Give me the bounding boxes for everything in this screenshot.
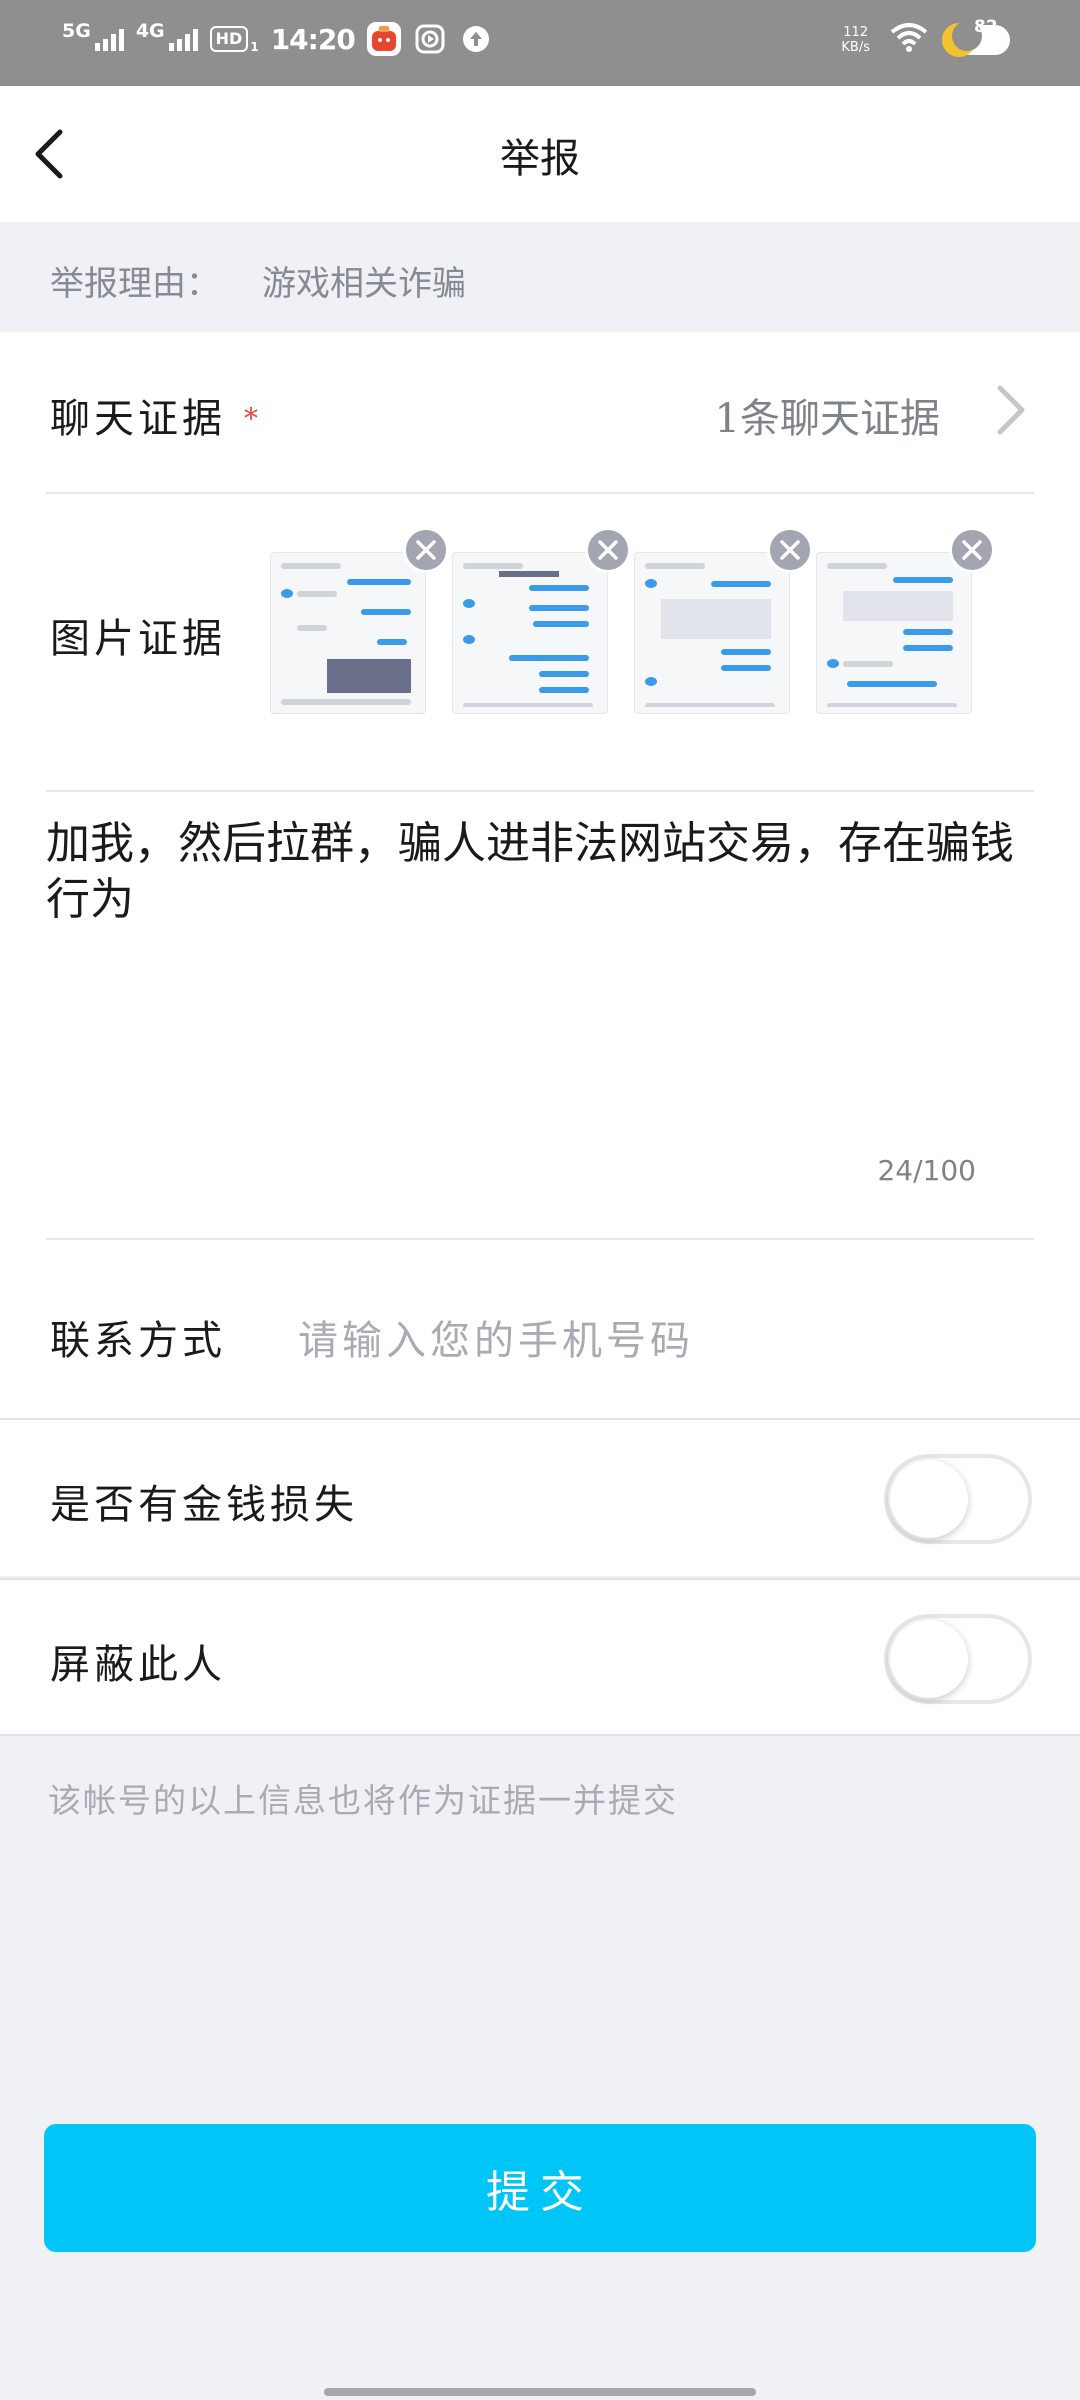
- divider: [46, 1238, 1034, 1240]
- remove-image-button[interactable]: [949, 527, 995, 573]
- night-moon-icon: [942, 21, 982, 57]
- nav-bar: 举报: [0, 86, 1080, 222]
- hd-voice-icon: HD: [209, 26, 249, 52]
- evidence-image-thumbnail[interactable]: [816, 527, 995, 714]
- block-user-toggle[interactable]: [884, 1614, 1032, 1704]
- divider: [46, 492, 1034, 494]
- remove-image-button[interactable]: [403, 527, 449, 573]
- evidence-image-thumbnail[interactable]: [634, 527, 813, 714]
- submit-button[interactable]: 提交: [44, 2124, 1036, 2252]
- chevron-right-icon: [997, 385, 1025, 435]
- status-bar: 5G 4G HD 1 14:20 112 KB/s 82: [0, 0, 1080, 86]
- image-evidence-label: 图片证据: [50, 616, 226, 662]
- description-textarea[interactable]: 加我，然后拉群，骗人进非法网站交易，存在骗钱行为: [46, 816, 1036, 928]
- required-mark: *: [244, 402, 262, 435]
- status-time: 14:20: [270, 22, 356, 56]
- evidence-image-thumbnail[interactable]: [452, 527, 631, 714]
- app-red-icon: [366, 22, 401, 56]
- close-icon: [780, 540, 800, 560]
- home-indicator[interactable]: [324, 2388, 756, 2396]
- remove-image-button[interactable]: [767, 527, 813, 573]
- money-loss-label: 是否有金钱损失: [50, 1482, 358, 1528]
- divider: [46, 790, 1034, 792]
- remove-image-button[interactable]: [585, 527, 631, 573]
- close-icon: [416, 540, 436, 560]
- signal-icon: [94, 27, 124, 51]
- close-icon: [598, 540, 618, 560]
- character-counter: 24/100: [877, 1154, 976, 1187]
- battery-indicator: 82: [942, 17, 1010, 57]
- chat-evidence-label: 聊天证据: [50, 396, 226, 442]
- page-title: 举报: [500, 136, 580, 182]
- evidence-card: 聊天证据 * 1条聊天证据 图片证据 加我，然后拉群，骗人进非法网站交易，存在骗…: [0, 332, 1080, 1418]
- upload-icon: [459, 22, 493, 56]
- chat-evidence-row[interactable]: 聊天证据 * 1条聊天证据: [0, 332, 1080, 492]
- chat-evidence-count: 1条聊天证据: [714, 396, 940, 442]
- block-user-label: 屏蔽此人: [50, 1642, 226, 1688]
- wifi-icon: [890, 22, 928, 58]
- report-reason-value: 游戏相关诈骗: [262, 264, 466, 304]
- image-evidence-list: [270, 527, 995, 714]
- network-speed: 112 KB/s: [841, 25, 870, 55]
- footnote-text: 该帐号的以上信息也将作为证据一并提交: [48, 1781, 678, 1820]
- network-5g-label: 5G: [62, 20, 91, 42]
- network-4g-label: 4G: [135, 20, 165, 42]
- report-reason-label: 举报理由：: [50, 264, 220, 304]
- toggle-knob: [890, 1460, 968, 1538]
- evidence-image-thumbnail[interactable]: [270, 527, 449, 714]
- block-user-row: 屏蔽此人: [0, 1578, 1080, 1736]
- signal-icon: [168, 27, 198, 51]
- report-reason-row: 举报理由： 游戏相关诈骗: [0, 222, 1080, 332]
- close-icon: [962, 540, 982, 560]
- toggle-knob: [890, 1620, 968, 1698]
- phone-input[interactable]: 请输入您的手机号码: [298, 1308, 694, 1366]
- money-loss-row: 是否有金钱损失: [0, 1418, 1080, 1576]
- hd-sub-label: 1: [250, 40, 259, 54]
- money-loss-toggle[interactable]: [884, 1454, 1032, 1544]
- contact-label: 联系方式: [50, 1318, 226, 1364]
- record-icon: [413, 22, 447, 56]
